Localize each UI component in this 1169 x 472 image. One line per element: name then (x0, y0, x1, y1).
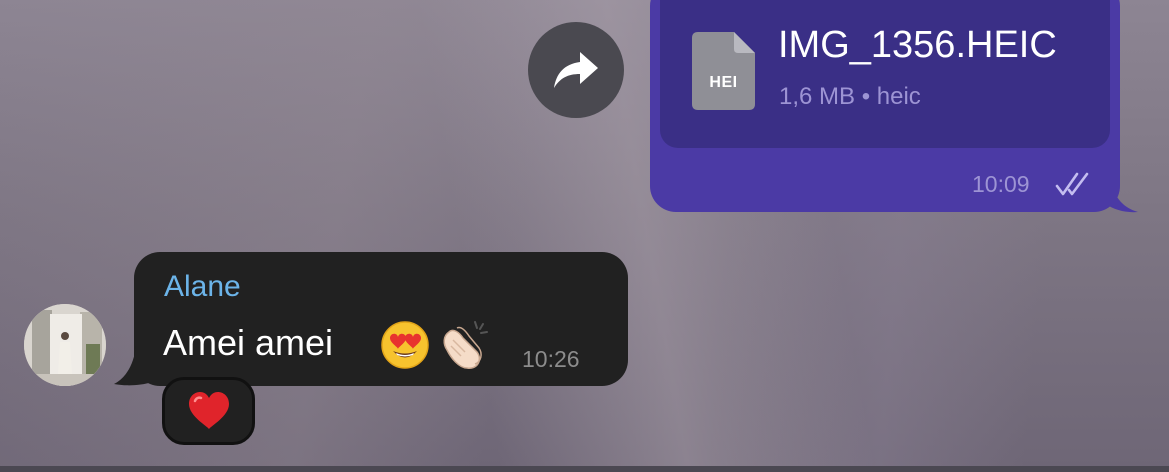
file-type-badge: HEI (709, 74, 738, 91)
incoming-bubble-tail (114, 346, 152, 386)
bottom-divider (0, 466, 1169, 472)
outgoing-message-time: 10:09 (972, 171, 1030, 197)
avatar[interactable] (24, 304, 106, 386)
file-document-icon (692, 32, 755, 110)
heart-eyes-emoji (381, 321, 429, 369)
message-text: Amei amei (163, 322, 334, 363)
outgoing-bubble-tail (1106, 182, 1138, 213)
clapping-hands-emoji (443, 321, 488, 369)
forward-arrow-icon (554, 52, 598, 88)
incoming-message-time: 10:26 (522, 346, 580, 372)
forward-button[interactable] (528, 22, 624, 118)
avatar-photo (24, 304, 106, 386)
sender-name[interactable]: Alane (164, 270, 241, 304)
reaction-badge[interactable] (162, 377, 255, 445)
double-check-icon (1055, 172, 1089, 196)
file-meta: 1,6 MB • heic (779, 83, 921, 110)
red-heart-emoji (188, 392, 229, 429)
file-name[interactable]: IMG_1356.HEIC (778, 24, 1057, 67)
